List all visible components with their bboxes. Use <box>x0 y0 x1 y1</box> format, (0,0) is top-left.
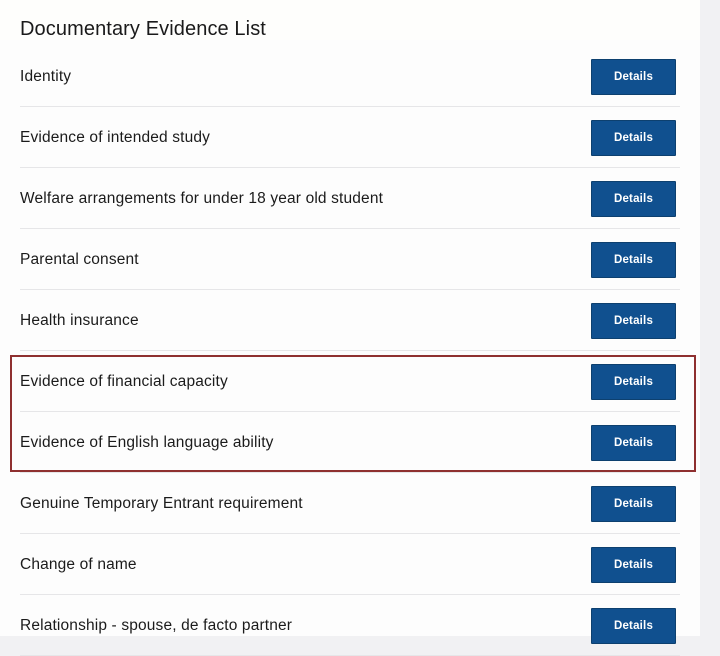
table-row: Welfare arrangements for under 18 year o… <box>0 168 700 229</box>
evidence-row-label: Evidence of English language ability <box>20 433 274 451</box>
details-button[interactable]: Details <box>591 486 676 522</box>
page-root: Documentary Evidence List Identity Detail… <box>0 0 720 656</box>
details-button[interactable]: Details <box>591 181 676 217</box>
evidence-row-label: Parental consent <box>20 250 139 268</box>
evidence-row-label: Health insurance <box>20 311 139 329</box>
right-gutter <box>700 0 720 636</box>
details-button[interactable]: Details <box>591 547 676 583</box>
table-row: Parental consent Details <box>0 229 700 290</box>
table-row: Genuine Temporary Entrant requirement Det… <box>0 473 700 534</box>
details-button[interactable]: Details <box>591 242 676 278</box>
evidence-row-label: Evidence of intended study <box>20 128 211 146</box>
table-row: Evidence of English language ability Deta… <box>0 412 700 473</box>
details-button[interactable]: Details <box>591 120 676 156</box>
page-title: Documentary Evidence List <box>20 18 266 41</box>
details-button[interactable]: Details <box>591 303 676 339</box>
table-row: Evidence of financial capacity Details <box>0 351 700 412</box>
evidence-row-label: Genuine Temporary Entrant requirement <box>20 494 303 512</box>
evidence-row-label: Identity <box>20 67 72 85</box>
content-panel: Documentary Evidence List Identity Detail… <box>0 0 700 656</box>
evidence-list: Identity Details Evidence of intended stud… <box>0 46 700 656</box>
table-row: Change of name Details <box>0 534 700 595</box>
evidence-row-label: Welfare arrangements for under 18 year o… <box>20 189 384 207</box>
evidence-row-label: Relationship - spouse, de facto partner <box>20 616 293 634</box>
evidence-row-label: Change of name <box>20 555 137 573</box>
table-row: Evidence of intended study Details <box>0 107 700 168</box>
details-button[interactable]: Details <box>591 608 676 644</box>
details-button[interactable]: Details <box>591 59 676 95</box>
table-row: Identity Details <box>0 46 700 107</box>
table-row: Health insurance Details <box>0 290 700 351</box>
details-button[interactable]: Details <box>591 425 676 461</box>
details-button[interactable]: Details <box>591 364 676 400</box>
table-row: Relationship - spouse, de facto partner D… <box>0 595 700 656</box>
evidence-row-label: Evidence of financial capacity <box>20 372 228 390</box>
